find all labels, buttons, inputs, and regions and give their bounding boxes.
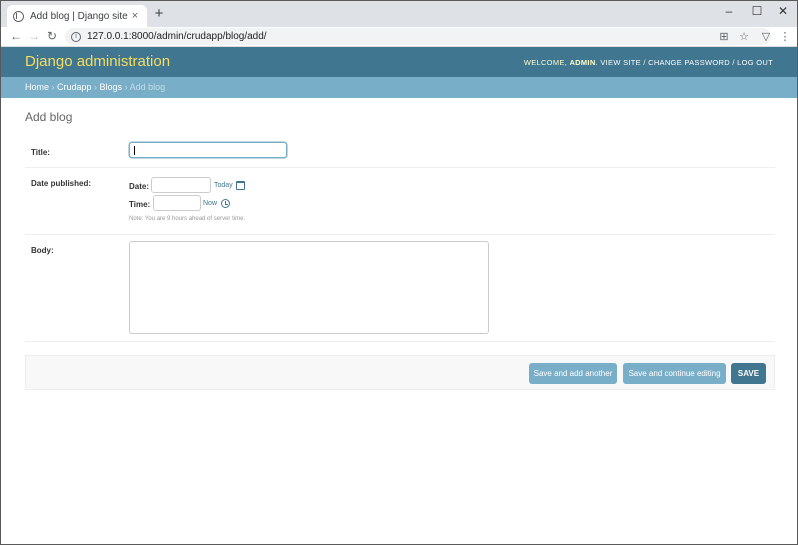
save-button[interactable]: SAVE (731, 363, 766, 384)
breadcrumb-current: Add blog (129, 82, 166, 92)
address-bar[interactable]: i 127.0.0.1:8000/admin/crudapp/blog/add/ (65, 28, 771, 45)
breadcrumb-home[interactable]: Home (25, 82, 49, 92)
date-label: Date: (129, 182, 150, 191)
back-icon[interactable]: ← (9, 29, 23, 43)
breadcrumb-app[interactable]: Crudapp (57, 82, 92, 92)
timezone-note: Note: You are 9 hours ahead of server ti… (129, 216, 246, 222)
date-input[interactable] (151, 177, 211, 193)
title-input[interactable] (129, 142, 287, 158)
save-and-continue-button[interactable]: Save and continue editing (623, 363, 726, 384)
info-icon[interactable]: i (71, 31, 81, 42)
tab-close-icon[interactable]: × (129, 10, 141, 22)
bookmark-star-icon[interactable]: ☆ (737, 30, 751, 43)
tab-strip: Add blog | Django site admin × + – ☐ ✕ (1, 1, 797, 27)
site-branding[interactable]: Django administration (25, 53, 170, 70)
forward-icon[interactable]: → (27, 29, 41, 43)
url-text: 127.0.0.1:8000/admin/crudapp/blog/add/ (87, 31, 267, 42)
title-label: Title: (31, 148, 50, 157)
log-out-link[interactable]: Log out (737, 58, 773, 67)
calendar-icon[interactable] (236, 181, 245, 190)
body-label: Body: (31, 246, 54, 255)
clock-icon[interactable] (221, 199, 230, 208)
body-textarea[interactable] (129, 241, 489, 334)
date-published-label: Date published: (31, 179, 92, 188)
minimize-icon[interactable]: – (719, 4, 739, 18)
main-content: Add blog Title: Date published: Date: To… (25, 98, 775, 342)
browser-window: Add blog | Django site admin × + – ☐ ✕ ←… (0, 0, 798, 545)
page-title: Add blog (25, 110, 73, 124)
today-link[interactable]: Today (214, 182, 233, 189)
welcome-text: Welcome, (523, 58, 568, 67)
maximize-icon[interactable]: ☐ (747, 4, 767, 18)
tab-title: Add blog | Django site admin (30, 10, 129, 22)
globe-icon (13, 10, 24, 22)
time-input[interactable] (153, 195, 201, 211)
admin-header: Django administration Welcome, admin. Vi… (1, 47, 797, 77)
now-link[interactable]: Now (203, 200, 217, 207)
title-row: Title: (25, 138, 775, 168)
submit-row: Save and add another Save and continue e… (25, 355, 775, 390)
translate-icon[interactable]: ⊞ (717, 30, 731, 43)
body-row: Body: (25, 235, 775, 342)
user-tools: Welcome, admin. View site / Change passw… (523, 58, 773, 67)
extension-icon[interactable]: ▽ (759, 30, 773, 43)
breadcrumb-model[interactable]: Blogs (100, 82, 123, 92)
username: admin (569, 58, 596, 67)
breadcrumb: Home › Crudapp › Blogs › Add blog (1, 77, 797, 98)
browser-toolbar: ← → ↻ i 127.0.0.1:8000/admin/crudapp/blo… (1, 27, 797, 47)
time-label: Time: (129, 200, 151, 209)
reload-icon[interactable]: ↻ (45, 29, 59, 43)
save-and-add-another-button[interactable]: Save and add another (529, 363, 617, 384)
date-published-row: Date published: Date: Today Time: Now No… (25, 168, 775, 235)
change-password-link[interactable]: Change password (648, 58, 730, 67)
menu-kebab-icon[interactable]: ⋮ (778, 30, 792, 43)
window-close-icon[interactable]: ✕ (773, 4, 793, 18)
browser-tab[interactable]: Add blog | Django site admin × (7, 5, 147, 27)
new-tab-button[interactable]: + (151, 6, 167, 23)
view-site-link[interactable]: View site (600, 58, 641, 67)
